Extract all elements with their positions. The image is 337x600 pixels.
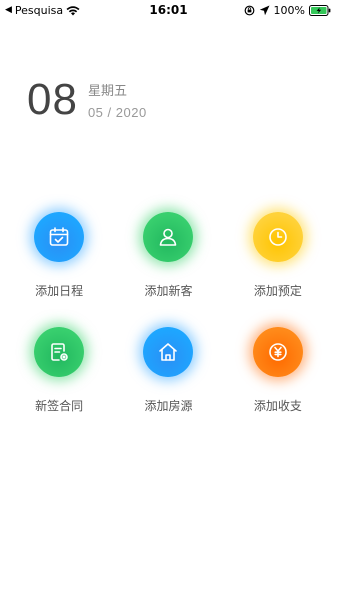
- add-reservation-label: 添加预定: [253, 284, 302, 298]
- clock-time: 16:01: [149, 3, 188, 17]
- add-property-button[interactable]: 添加房源: [112, 327, 224, 414]
- person-icon[interactable]: [143, 212, 194, 262]
- add-property-label: 添加房源: [144, 399, 193, 413]
- clock-icon[interactable]: [252, 212, 303, 262]
- status-bar-left: ◀ Pesquisa: [5, 4, 80, 17]
- date-header: 08 星期五 05 / 2020: [27, 78, 147, 122]
- add-income-expense-button[interactable]: 添加收支: [225, 327, 337, 414]
- add-reservation-button[interactable]: 添加预定: [225, 212, 337, 299]
- add-income-expense-label: 添加收支: [253, 399, 302, 413]
- status-bar: ◀ Pesquisa 16:01 100%: [0, 0, 337, 20]
- date-weekday: 星期五: [87, 84, 127, 99]
- battery-charging-icon: [309, 4, 331, 16]
- new-contract-button[interactable]: 新签合同: [0, 327, 112, 414]
- quick-actions-grid: 添加日程 添加新客 添加预定 新签合同 添加房源 添加收支: [0, 212, 337, 414]
- add-customer-button[interactable]: 添加新客: [112, 212, 224, 299]
- location-arrow-icon: [259, 5, 270, 15]
- date-meta: 星期五 05 / 2020: [88, 80, 147, 120]
- battery-percent: 100%: [273, 3, 305, 17]
- date-month-year: 05 / 2020: [87, 105, 147, 120]
- rotation-lock-icon: [244, 5, 254, 15]
- yuan-coin-icon[interactable]: [252, 327, 303, 377]
- calendar-check-icon[interactable]: [34, 212, 85, 262]
- back-arrow-icon[interactable]: ◀: [5, 5, 12, 15]
- contract-document-icon[interactable]: [34, 327, 85, 377]
- status-bar-right: 100%: [244, 4, 331, 17]
- carrier-label[interactable]: Pesquisa: [15, 4, 63, 17]
- date-day: 08: [27, 75, 78, 124]
- new-contract-label: 新签合同: [35, 399, 84, 413]
- wifi-icon: [66, 5, 80, 15]
- add-schedule-button[interactable]: 添加日程: [0, 212, 112, 299]
- house-icon[interactable]: [143, 327, 194, 377]
- add-schedule-label: 添加日程: [35, 284, 84, 298]
- add-customer-label: 添加新客: [144, 284, 193, 298]
